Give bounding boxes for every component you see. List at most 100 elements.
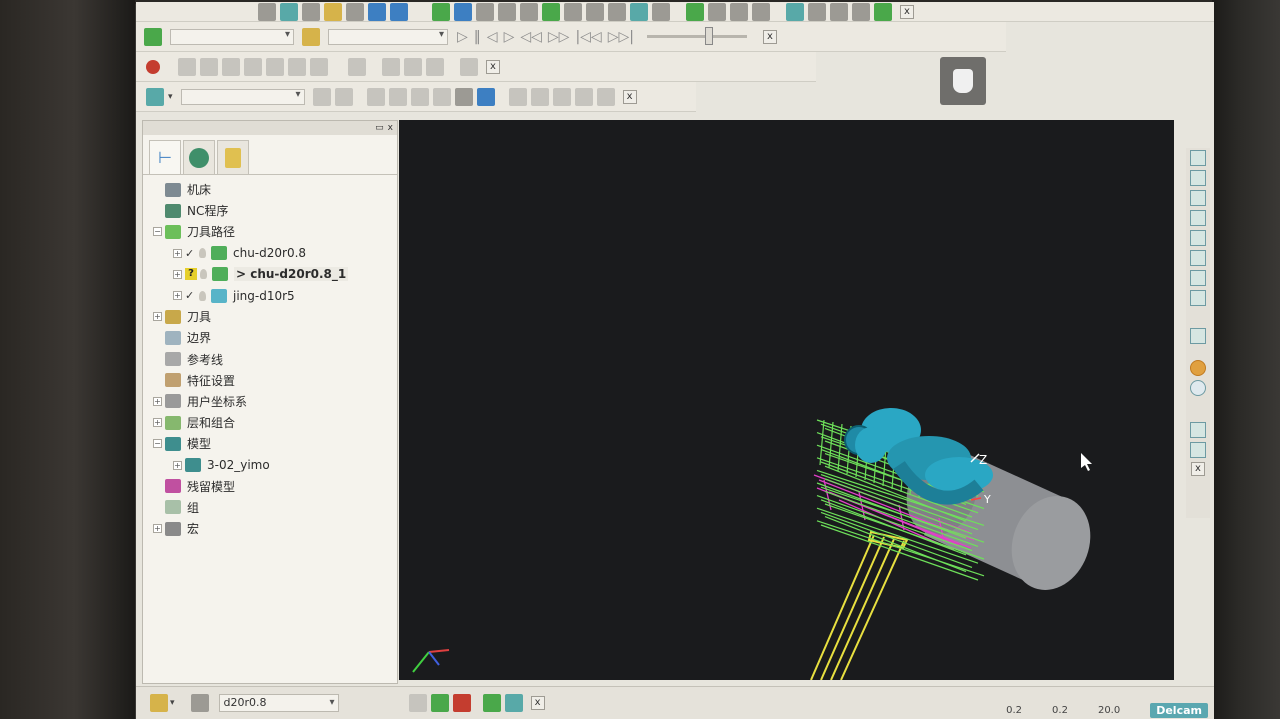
- tree-item-groups[interactable]: 组: [143, 497, 397, 518]
- cube-right-icon[interactable]: [244, 57, 262, 76]
- simulation-toolbar-close[interactable]: x: [762, 29, 777, 44]
- tree-item-toolpaths[interactable]: − 刀具路径: [143, 221, 397, 242]
- tab-explorer-tree[interactable]: ⊢: [149, 140, 181, 174]
- list-icon[interactable]: [586, 2, 604, 21]
- star-icon[interactable]: [808, 2, 826, 21]
- tree-item-models[interactable]: − 模型: [143, 433, 397, 454]
- tree-item-levels[interactable]: + 层和组合: [143, 412, 397, 433]
- wave-icon[interactable]: [564, 2, 582, 21]
- connect-status-icon[interactable]: [504, 694, 523, 712]
- cube-left-icon[interactable]: [222, 57, 240, 76]
- tree-item-nc-program[interactable]: NC程序: [143, 200, 397, 221]
- link-model-icon[interactable]: [508, 87, 527, 106]
- go-start-icon[interactable]: |◁◁: [575, 29, 601, 45]
- speed-slider-knob[interactable]: [704, 27, 713, 45]
- check-icon[interactable]: ✓: [185, 247, 196, 260]
- text-icon[interactable]: [852, 2, 870, 21]
- view-left-icon[interactable]: [1190, 190, 1206, 206]
- viewmill-toolbar-close[interactable]: x: [486, 59, 500, 74]
- material-icon[interactable]: [1190, 360, 1206, 376]
- pause-icon[interactable]: ‖: [474, 29, 481, 45]
- wireframe-globe-icon[interactable]: [1190, 380, 1206, 396]
- expand-icon[interactable]: +: [153, 524, 162, 534]
- folder-icon[interactable]: [150, 694, 168, 712]
- question-icon[interactable]: ?: [185, 268, 197, 281]
- redo-icon[interactable]: [574, 87, 593, 106]
- restore-icon[interactable]: ▭: [375, 123, 384, 133]
- gear-icon[interactable]: [498, 2, 516, 21]
- sheet-icon[interactable]: [280, 2, 298, 21]
- edit-model-icon[interactable]: [530, 87, 549, 106]
- globe-icon[interactable]: [542, 2, 560, 21]
- status-toolbar-close[interactable]: x: [530, 696, 545, 710]
- measure-icon[interactable]: [1190, 442, 1206, 458]
- printer-button[interactable]: [940, 57, 986, 105]
- tree-item-stock-model[interactable]: 残留模型: [143, 476, 397, 497]
- lightbulb-icon[interactable]: [199, 248, 206, 259]
- speed-slider[interactable]: [646, 27, 747, 45]
- cut-icon[interactable]: [452, 694, 471, 712]
- zoom-box-icon[interactable]: [1190, 270, 1206, 286]
- info-icon[interactable]: [390, 2, 408, 21]
- doc-icon[interactable]: [312, 87, 331, 106]
- play-icon[interactable]: ▷: [457, 29, 468, 45]
- rewind-icon[interactable]: ◁◁: [520, 29, 542, 45]
- mesh-icon[interactable]: [708, 2, 726, 21]
- refresh-icon[interactable]: [310, 57, 328, 76]
- go-end-icon[interactable]: ▷▷|: [608, 29, 634, 45]
- target-icon[interactable]: [460, 57, 478, 76]
- step-back-icon[interactable]: ◁: [487, 29, 498, 45]
- edit-status-icon[interactable]: [482, 694, 501, 712]
- strategy-icon[interactable]: [686, 2, 704, 21]
- tree-item-user-coordinates[interactable]: + 用户坐标系: [143, 391, 397, 412]
- check-icon[interactable]: ✓: [185, 289, 196, 302]
- pattern-icon[interactable]: [410, 87, 429, 106]
- gem-icon[interactable]: [430, 694, 449, 712]
- collapse-icon[interactable]: −: [153, 227, 162, 237]
- grid-icon[interactable]: [346, 2, 364, 21]
- expand-icon[interactable]: +: [173, 269, 182, 279]
- tab-explorer-globe[interactable]: [183, 140, 215, 174]
- wireframe-icon[interactable]: [454, 87, 473, 106]
- view-toolbar-close[interactable]: x: [1191, 462, 1205, 476]
- floppy-icon[interactable]: [426, 57, 444, 76]
- zoom-out-icon[interactable]: [1190, 290, 1206, 306]
- expand-icon[interactable]: +: [153, 312, 162, 322]
- cube-top-icon[interactable]: [266, 57, 284, 76]
- tree-item-boundaries[interactable]: 边界: [143, 327, 397, 348]
- record-icon[interactable]: [146, 59, 160, 74]
- layers-icon[interactable]: [404, 57, 422, 76]
- fast-forward-icon[interactable]: ▷▷: [548, 29, 570, 45]
- model-dropdown-icon[interactable]: ▾: [168, 92, 173, 102]
- sphere-icon[interactable]: [432, 2, 450, 21]
- tree-item-feature-settings[interactable]: 特征设置: [143, 370, 397, 391]
- save-icon[interactable]: [258, 2, 276, 21]
- step-forward-icon[interactable]: ▷: [504, 29, 515, 45]
- toolbar-close-button[interactable]: x: [900, 4, 914, 19]
- compare-icon[interactable]: [382, 57, 400, 76]
- flag-icon[interactable]: [874, 2, 892, 21]
- link-icon[interactable]: [730, 2, 748, 21]
- cube-iso-icon[interactable]: [288, 57, 306, 76]
- pencil-icon[interactable]: [454, 2, 472, 21]
- shaded-icon[interactable]: [1190, 328, 1206, 344]
- axis-icon[interactable]: [752, 2, 770, 21]
- lightbulb-icon[interactable]: [200, 269, 207, 280]
- funnel-icon[interactable]: [520, 2, 538, 21]
- tree-item-machine[interactable]: 机床: [143, 179, 397, 200]
- divider-icon[interactable]: [348, 57, 366, 76]
- explorer-close-button[interactable]: x: [388, 123, 393, 133]
- active-tool-select[interactable]: d20r0.8: [218, 694, 339, 712]
- binoculars-icon[interactable]: [830, 2, 848, 21]
- machine-icon[interactable]: [786, 2, 804, 21]
- model-select[interactable]: [180, 88, 305, 105]
- tree-item-toolpath[interactable]: + ✓ jing-d10r5: [143, 285, 397, 306]
- collapse-icon[interactable]: −: [153, 439, 162, 449]
- model-icon[interactable]: [146, 87, 164, 106]
- tree-item-reference-lines[interactable]: 参考线: [143, 349, 397, 370]
- view-iso-icon[interactable]: [1190, 210, 1206, 226]
- toolpath-select[interactable]: [170, 28, 294, 45]
- zoom-fit-icon[interactable]: [1190, 250, 1206, 266]
- undo-icon[interactable]: [552, 87, 571, 106]
- select-icon[interactable]: [1190, 422, 1206, 438]
